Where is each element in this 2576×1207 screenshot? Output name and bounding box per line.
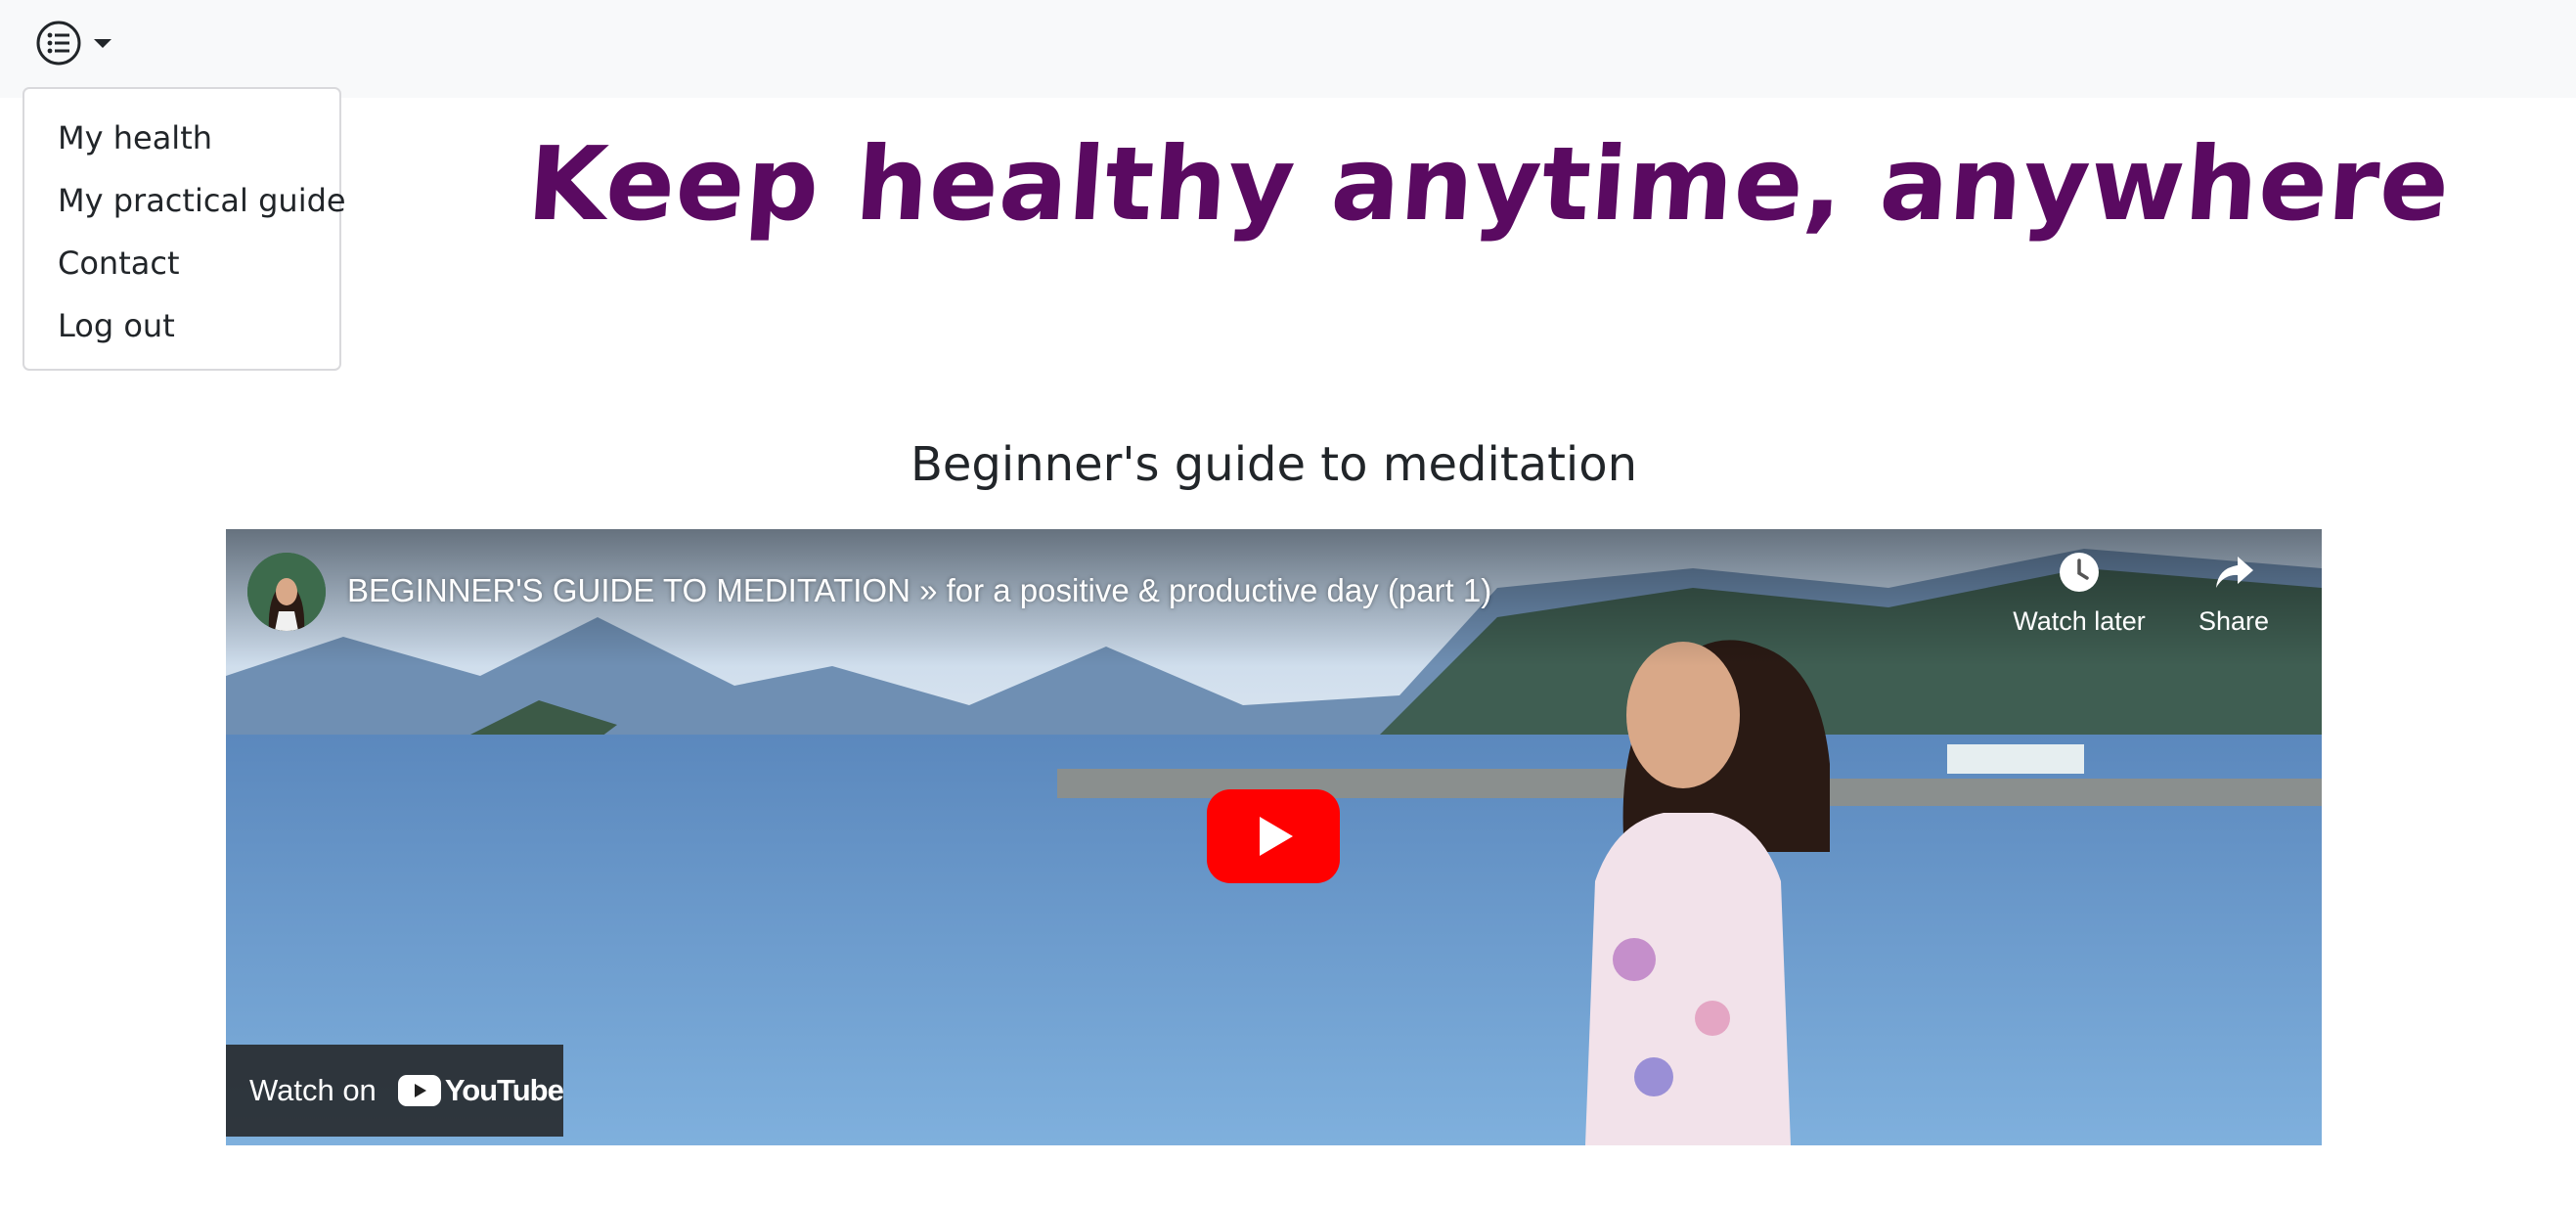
video-embed[interactable]: BEGINNER'S GUIDE TO MEDITATION » for a p…	[226, 529, 2322, 1145]
youtube-logo: YouTube	[397, 1073, 564, 1108]
page-headline: Keep healthy anytime, anywhere	[523, 124, 2455, 244]
share-button[interactable]: Share	[2160, 551, 2307, 637]
watch-later-button[interactable]: Watch later	[2006, 551, 2153, 637]
play-icon[interactable]	[1207, 789, 1340, 887]
watch-later-label: Watch later	[2013, 606, 2146, 636]
watch-on-label: Watch on	[249, 1073, 377, 1107]
share-icon	[2160, 551, 2307, 601]
menu-item-my-health[interactable]: My health	[24, 107, 339, 169]
clock-icon	[2006, 551, 2153, 601]
menu-item-my-practical-guide[interactable]: My practical guide	[24, 169, 346, 232]
channel-avatar[interactable]	[247, 553, 326, 631]
navbar	[0, 0, 2576, 98]
caret-down-icon[interactable]	[94, 34, 111, 53]
play-button[interactable]	[1207, 789, 1340, 883]
menu-item-log-out[interactable]: Log out	[24, 294, 339, 357]
section-title: Beginner's guide to meditation	[910, 437, 1638, 492]
share-label: Share	[2198, 606, 2270, 636]
youtube-logo-text: YouTube	[444, 1073, 564, 1107]
youtube-logo-icon	[397, 1075, 441, 1106]
menu-item-contact[interactable]: Contact	[24, 232, 339, 294]
watch-on-youtube-button[interactable]: Watch on YouTube	[226, 1045, 564, 1137]
list-icon[interactable]	[35, 20, 82, 67]
menu-toggle-button[interactable]	[35, 14, 133, 72]
dropdown-menu: My health My practical guide Contact Log…	[22, 87, 346, 371]
video-title[interactable]: BEGINNER'S GUIDE TO MEDITATION » for a p…	[347, 566, 1491, 615]
